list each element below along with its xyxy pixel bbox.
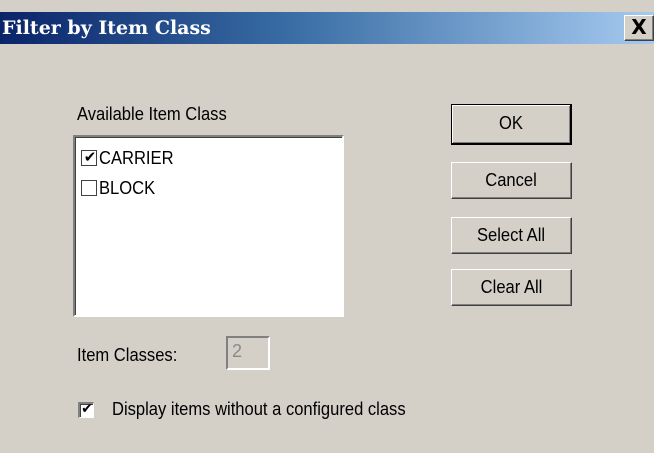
close-button[interactable]: X — [624, 15, 654, 41]
select-all-button-label: Select All — [477, 225, 546, 245]
list-item-carrier[interactable]: ✔ CARRIER — [81, 147, 180, 169]
check-icon: ✔ — [83, 148, 97, 166]
dialog-title: Filter by Item Class — [2, 17, 211, 39]
close-icon: X — [631, 15, 647, 39]
check-icon — [82, 178, 98, 194]
item-class-list[interactable]: ✔ CARRIER BLOCK — [73, 135, 344, 317]
display-unconfigured-label[interactable]: Display items without a configured class — [112, 399, 406, 420]
ok-button[interactable]: OK — [451, 104, 572, 145]
list-item-block[interactable]: BLOCK — [81, 177, 160, 199]
display-unconfigured-checkbox[interactable]: ✔ — [78, 401, 94, 418]
list-item-label: CARRIER — [99, 147, 174, 168]
list-item-label: BLOCK — [99, 177, 156, 198]
item-classes-label: Item Classes: — [77, 345, 178, 365]
ok-button-label: OK — [499, 113, 523, 133]
clear-all-button-label: Clear All — [480, 277, 543, 297]
cancel-button-label: Cancel — [485, 170, 538, 190]
clear-all-button[interactable]: Clear All — [451, 269, 572, 306]
checkbox-block[interactable] — [81, 180, 97, 196]
list-label: Available Item Class — [77, 104, 227, 124]
select-all-button[interactable]: Select All — [451, 217, 572, 254]
cancel-button[interactable]: Cancel — [451, 162, 572, 199]
check-icon: ✔ — [81, 401, 93, 417]
item-classes-count-field: 2 — [226, 336, 270, 370]
checkbox-carrier[interactable]: ✔ — [81, 148, 97, 166]
filter-dialog: Filter by Item Class X Available Item Cl… — [0, 0, 654, 453]
title-bar[interactable]: Filter by Item Class X — [0, 12, 654, 44]
